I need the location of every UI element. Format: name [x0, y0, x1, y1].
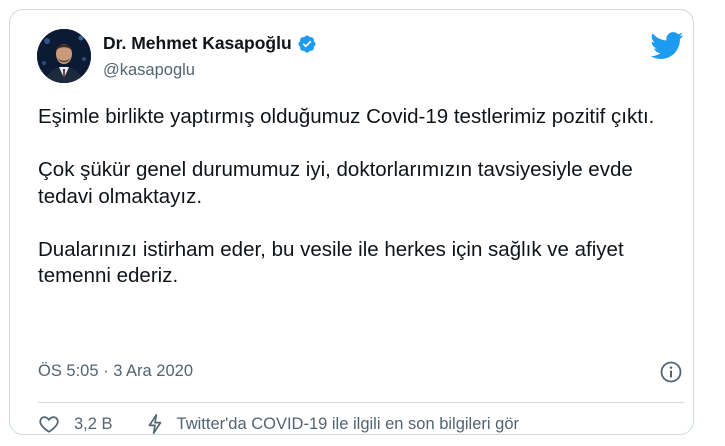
lightning-icon	[148, 414, 161, 434]
info-icon[interactable]	[659, 360, 683, 384]
tweet-paragraph-2: Çok şükür genel durumumuz iyi, doktorlar…	[38, 158, 633, 208]
twitter-bird-icon[interactable]	[650, 32, 684, 60]
tweet-paragraph-3: Dualarınızı istirham eder, bu vesile ile…	[38, 237, 624, 288]
tweet-card[interactable]: Dr. Mehmet Kasapoğlu @kasapoglu Eşimle b…	[9, 9, 694, 435]
author-handle[interactable]: @kasapoglu	[103, 61, 195, 80]
heart-icon	[39, 416, 59, 433]
action-bar: 3,2 B Twitter'da COVID-19 ile ilgili en …	[38, 411, 519, 437]
covid-info-link[interactable]: Twitter'da COVID-19 ile ilgili en son bi…	[145, 413, 519, 435]
like-count: 3,2 B	[74, 414, 113, 433]
tweet-text: Eşimle birlikte yaptırmış olduğumuz Covi…	[38, 104, 688, 290]
covid-info-text: Twitter'da COVID-19 ile ilgili en son bi…	[176, 414, 519, 433]
avatar[interactable]	[37, 29, 91, 83]
divider	[38, 402, 684, 403]
author-name-row[interactable]: Dr. Mehmet Kasapoğlu	[103, 33, 317, 54]
like-button[interactable]: 3,2 B	[38, 413, 113, 435]
author-name[interactable]: Dr. Mehmet Kasapoğlu	[103, 33, 292, 54]
tweet-timestamp[interactable]: ÖS 5:05 · 3 Ara 2020	[38, 362, 193, 381]
tweet-paragraph-1: Eşimle birlikte yaptırmış olduğumuz Covi…	[38, 105, 655, 128]
verified-badge-icon	[298, 34, 316, 53]
avatar-image	[37, 29, 91, 83]
